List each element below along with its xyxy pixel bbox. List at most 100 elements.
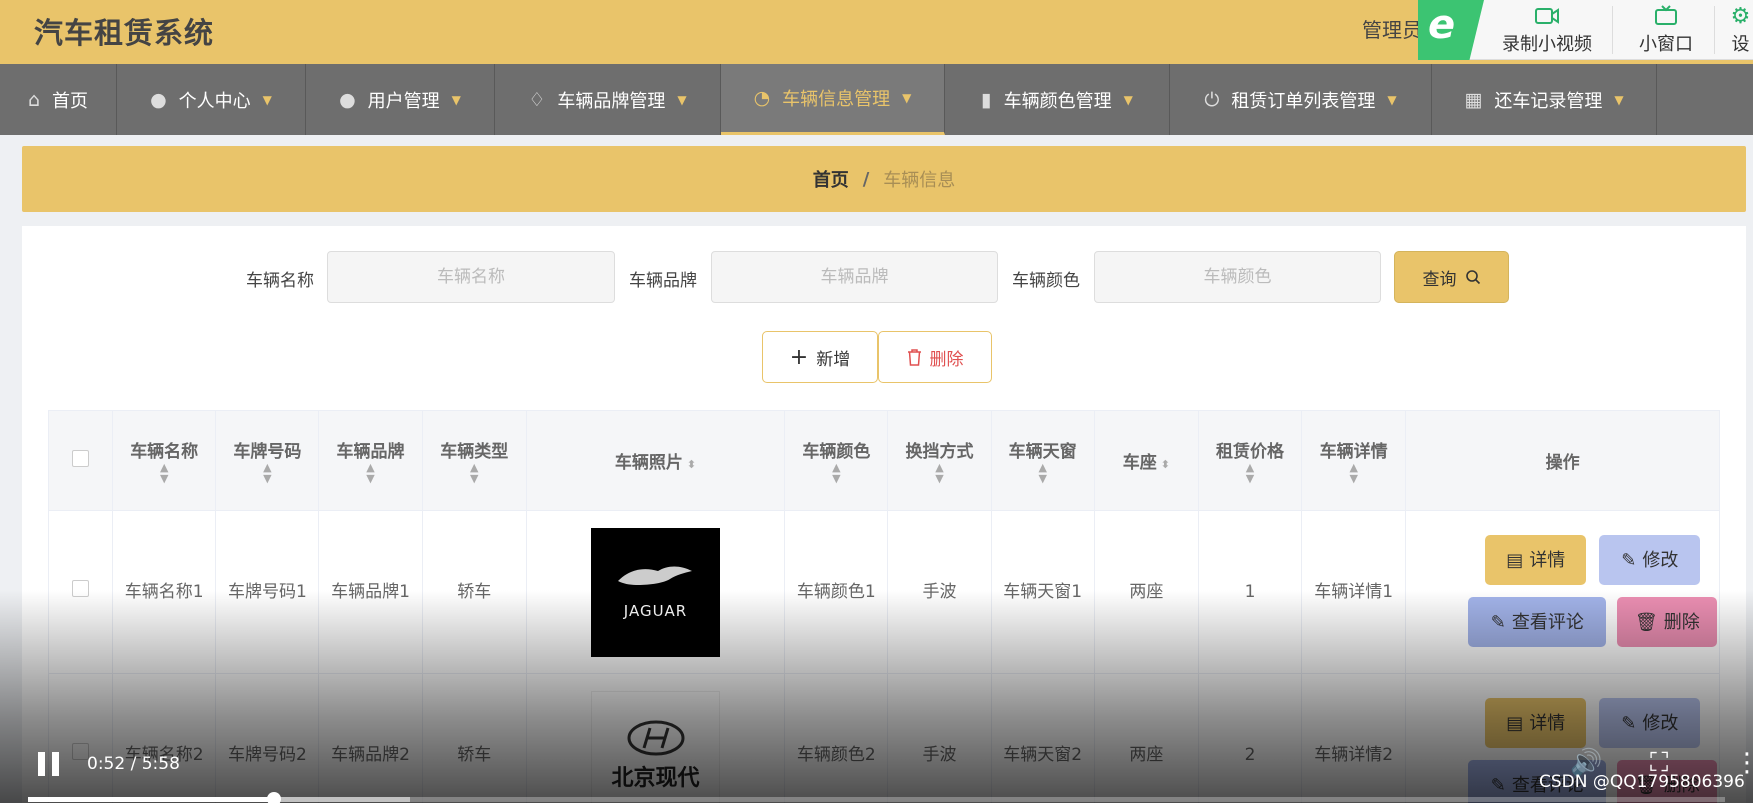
bell-icon: ♢ — [528, 88, 546, 111]
chevron-down-icon: ▼ — [902, 91, 912, 105]
bulk-delete-button[interactable]: 删除 — [878, 331, 992, 383]
progress-played — [28, 797, 275, 802]
cell-brand: 车辆品牌2 — [318, 673, 423, 803]
chevron-down-icon: ▼ — [1123, 92, 1133, 107]
cell-name: 车辆名称1 — [112, 510, 217, 674]
brand-filter-input[interactable] — [711, 251, 998, 303]
nav-label: 个人中心 — [178, 90, 251, 112]
top-header: 汽车租赁系统 管理员 e 录制小视频 小窗口 ⚙ 设 — [0, 0, 1753, 64]
record-video-button[interactable]: 录制小视频 — [1490, 0, 1604, 60]
car-photo[interactable]: JAGUAR — [591, 527, 721, 657]
admin-label[interactable]: 管理员 — [1362, 14, 1422, 43]
cell-sunroof: 车辆天窗2 — [990, 673, 1095, 803]
cell-photo: 北京现代 — [525, 673, 786, 803]
pause-button[interactable] — [38, 752, 60, 776]
column-header[interactable]: 车辆颜色 ▲ ▼ — [784, 410, 889, 511]
car-photo[interactable]: 北京现代 — [591, 690, 721, 803]
table-header-row: 车辆名称 ▲ ▼ 车牌号码 ▲ ▼ 车辆品牌 ▲ ▼ 车辆类型 ▲ ▼ 车辆照片 ⬍ 车辆颜色 ▲ ▼… — [47, 410, 1720, 511]
progress-knob[interactable] — [267, 792, 282, 803]
plus-icon: + — [789, 344, 809, 370]
pencil-icon: ✎ — [1490, 611, 1506, 633]
column-header[interactable]: 车辆天窗 ▲ ▼ — [990, 410, 1095, 511]
sort-icon: ▲ ▼ — [935, 461, 944, 485]
nav-item-return-records[interactable]: ▦ 还车记录管理 ▼ — [1432, 64, 1657, 135]
settings-button[interactable]: ⚙ 设 — [1728, 0, 1753, 60]
breadcrumb-home[interactable]: 首页 — [813, 166, 849, 192]
column-header[interactable]: 车辆名称 ▲ ▼ — [112, 410, 217, 511]
detail-button[interactable]: ▤ 详情 — [1485, 698, 1587, 748]
nav-item-home[interactable]: ⌂ 首页 — [0, 64, 117, 135]
edit-button[interactable]: ✎ 修改 — [1599, 535, 1701, 585]
cell-price: 2 — [1197, 673, 1303, 803]
select-all-cell[interactable] — [47, 410, 114, 511]
detail-button[interactable]: ▤ 详情 — [1485, 535, 1587, 585]
column-header-operations: 操作 — [1405, 410, 1720, 511]
sort-icon: ⬍ — [686, 458, 697, 471]
cell-name: 车辆名称2 — [112, 673, 217, 803]
add-button[interactable]: + 新增 — [762, 331, 878, 383]
user-icon: ● — [150, 88, 167, 111]
chevron-down-icon: ▼ — [1387, 92, 1397, 107]
column-header[interactable]: 租赁价格 ▲ ▼ — [1197, 410, 1303, 511]
nav-label: 用户管理 — [367, 90, 440, 112]
gear-icon: ⚙ — [1730, 4, 1751, 29]
video-camera-icon — [1535, 8, 1559, 24]
user-icon: ● — [339, 88, 356, 111]
cell-details: 车辆详情2 — [1301, 673, 1407, 803]
column-header[interactable]: 车辆类型 ▲ ▼ — [421, 410, 527, 511]
sort-icon: ▲ ▼ — [832, 461, 841, 485]
sort-icon: ▲ ▼ — [1245, 461, 1255, 485]
cell-photo: JAGUAR — [525, 510, 786, 674]
mini-window-button[interactable]: 小窗口 — [1626, 0, 1706, 60]
nav-item-vehicle-info[interactable]: ◔ 车辆信息管理 ▼ — [721, 64, 945, 135]
column-header[interactable]: 车辆照片 ⬍ — [525, 410, 786, 511]
gauge-icon: ◔ — [753, 87, 771, 109]
name-filter-input[interactable] — [327, 251, 615, 303]
nav-item-brand-management[interactable]: ♢ 车辆品牌管理 ▼ — [495, 64, 721, 135]
breadcrumb: 首页 / 车辆信息 — [22, 146, 1746, 212]
nav-item-user-management[interactable]: ● 用户管理 ▼ — [306, 64, 495, 135]
breadcrumb-current: 车辆信息 — [883, 170, 956, 191]
select-all-checkbox[interactable] — [72, 449, 90, 467]
query-button[interactable]: 查询 — [1394, 251, 1509, 303]
photo-caption: 北京现代 — [611, 765, 700, 791]
cell-details: 车辆详情1 — [1301, 510, 1407, 674]
row-checkbox[interactable] — [72, 579, 90, 597]
query-label: 查询 — [1422, 269, 1457, 290]
nav-label: 车辆颜色管理 — [1003, 90, 1112, 112]
column-header[interactable]: 车辆品牌 ▲ ▼ — [318, 410, 423, 511]
pencil-icon: ✎ — [1621, 712, 1637, 734]
column-header[interactable]: 车辆详情 ▲ ▼ — [1301, 410, 1407, 511]
nav-item-personal-center[interactable]: ● 个人中心 ▼ — [117, 64, 306, 135]
power-icon: ⏻ — [1204, 88, 1220, 111]
sort-icon: ▲ ▼ — [366, 461, 375, 485]
nav-item-color-management[interactable]: ▮ 车辆颜色管理 ▼ — [945, 64, 1170, 135]
hyundai-logo-icon — [627, 720, 685, 755]
color-filter-input[interactable] — [1094, 251, 1381, 303]
main-nav: ⌂ 首页 ● 个人中心 ▼ ● 用户管理 ▼ ♢ 车辆品牌管理 ▼ ◔ 车辆信息… — [0, 64, 1753, 135]
nav-label: 租赁订单列表管理 — [1231, 90, 1376, 112]
edit-button[interactable]: ✎ 修改 — [1599, 698, 1701, 748]
cell-operations: ▤ 详情 ✎ 修改 ✎ 查看评论 🗑 删除 — [1405, 510, 1720, 674]
settings-label: 设 — [1731, 34, 1750, 55]
row-delete-button[interactable]: 🗑 删除 — [1617, 597, 1718, 647]
sort-icon: ▲ ▼ — [159, 461, 169, 485]
video-progress-bar[interactable] — [28, 792, 1725, 803]
photo-caption: JAGUAR — [623, 601, 688, 620]
view-reviews-button[interactable]: ✎ 查看评论 — [1468, 597, 1607, 647]
document-icon: ▤ — [1506, 549, 1524, 571]
nav-item-rental-orders[interactable]: ⏻ 租赁订单列表管理 ▼ — [1170, 64, 1432, 135]
grid-icon: ▦ — [1464, 88, 1483, 111]
column-header[interactable]: 换挡方式 ▲ ▼ — [887, 410, 992, 511]
chevron-down-icon: ▼ — [451, 92, 461, 107]
cell-gear: 手波 — [887, 510, 992, 674]
column-header[interactable]: 车座 ⬍ — [1093, 410, 1199, 511]
brand-filter-label: 车辆品牌 — [629, 271, 697, 291]
nav-label: 车辆品牌管理 — [557, 90, 666, 112]
nav-label: 还车记录管理 — [1494, 90, 1603, 112]
pencil-icon: ✎ — [1621, 549, 1637, 571]
cell-plate: 车牌号码2 — [215, 673, 320, 803]
sort-icon: ▲ ▼ — [469, 461, 479, 485]
document-icon: ▤ — [1506, 712, 1524, 734]
column-header[interactable]: 车牌号码 ▲ ▼ — [215, 410, 320, 511]
